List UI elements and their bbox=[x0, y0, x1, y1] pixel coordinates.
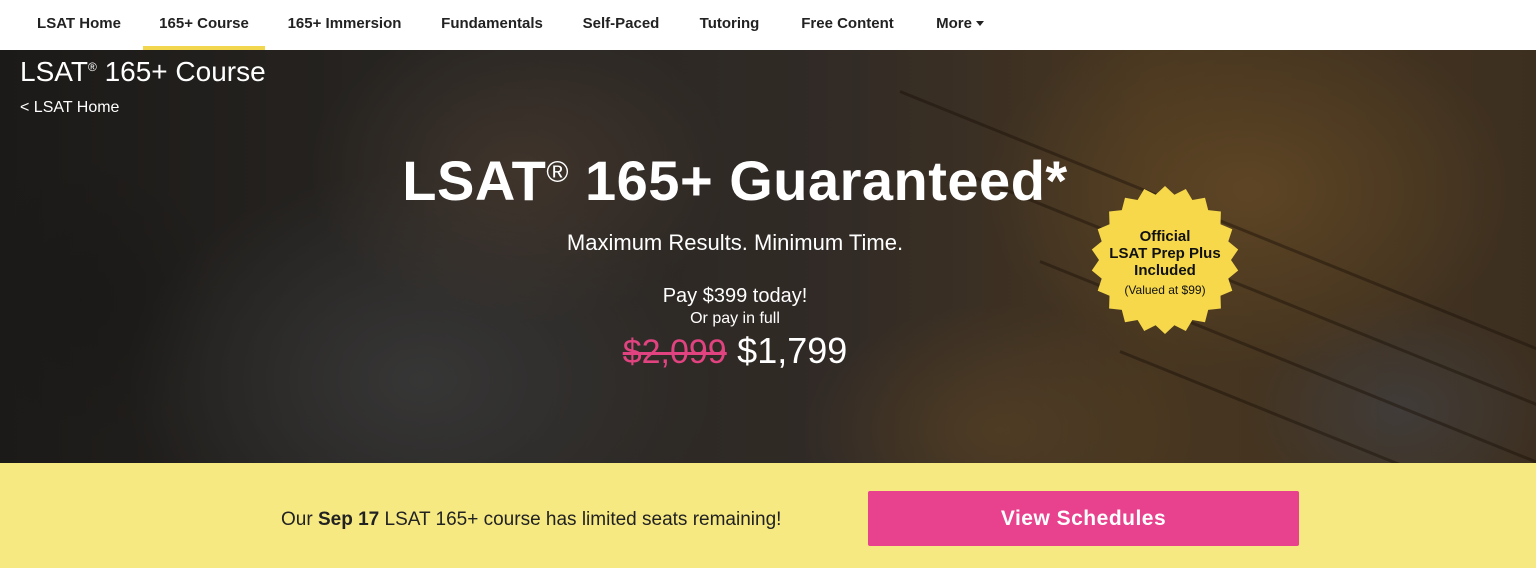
nav-item-label: LSAT Home bbox=[37, 15, 121, 32]
caret-down-icon bbox=[975, 20, 984, 26]
original-price: $2,099 bbox=[622, 333, 727, 371]
nav-item-label: 165+ Immersion bbox=[287, 15, 402, 32]
badge-line: Official bbox=[1139, 228, 1191, 245]
promo-date: Sep 17 bbox=[317, 509, 380, 530]
nav-item-165-immersion[interactable]: 165+ Immersion bbox=[287, 0, 402, 50]
badge-line: Included bbox=[1134, 262, 1196, 279]
page-title-rest: 165+ Course bbox=[96, 56, 266, 87]
headline-text: LSAT bbox=[402, 149, 547, 212]
view-schedules-button[interactable]: View Schedules bbox=[868, 491, 1299, 546]
nav-item-self-paced[interactable]: Self-Paced bbox=[582, 0, 660, 50]
back-to-lsat-home-link[interactable]: < LSAT Home bbox=[20, 99, 119, 117]
hero-tagline: Maximum Results. Minimum Time. bbox=[566, 230, 904, 255]
page-title: LSAT® 165+ Course bbox=[20, 56, 266, 88]
headline-rest: 165+ Guaranteed* bbox=[568, 149, 1068, 212]
registered-mark: ® bbox=[87, 60, 97, 74]
pay-in-full-text: Or pay in full bbox=[690, 310, 780, 327]
badge-note: (Valued at $99) bbox=[1124, 283, 1206, 297]
promo-text-part: Our bbox=[281, 509, 318, 530]
nav-item-165-course[interactable]: 165+ Course bbox=[143, 0, 265, 50]
nav-item-fundamentals[interactable]: Fundamentals bbox=[440, 0, 544, 50]
sale-price: $1,799 bbox=[737, 330, 848, 371]
pay-today-text: Pay $399 today! bbox=[662, 285, 808, 307]
badge-line: LSAT Prep Plus bbox=[1109, 245, 1221, 262]
nav-item-label: More bbox=[936, 15, 972, 32]
promo-message: Our Sep 17 LSAT 165+ course has limited … bbox=[281, 509, 781, 531]
promo-bar: Our Sep 17 LSAT 165+ course has limited … bbox=[0, 463, 1536, 568]
nav-item-label: Self-Paced bbox=[582, 15, 660, 32]
promo-text-part: LSAT 165+ course has limited seats remai… bbox=[379, 509, 782, 530]
nav-item-lsat-home[interactable]: LSAT Home bbox=[37, 0, 121, 50]
registered-mark: ® bbox=[546, 156, 569, 189]
nav-item-label: 165+ Course bbox=[159, 15, 249, 32]
nav-item-label: Tutoring bbox=[699, 15, 760, 32]
nav-item-label: Fundamentals bbox=[441, 15, 543, 32]
nav-item-tutoring[interactable]: Tutoring bbox=[698, 0, 761, 50]
page-title-text: LSAT bbox=[20, 56, 88, 87]
hero-headline: LSAT® 165+ Guaranteed* bbox=[0, 148, 1470, 213]
official-badge: Official LSAT Prep Plus Included (Valued… bbox=[1090, 228, 1240, 297]
nav-item-free-content[interactable]: Free Content bbox=[799, 0, 896, 50]
top-nav: LSAT Home 165+ Course 165+ Immersion Fun… bbox=[0, 0, 1536, 50]
nav-item-more[interactable]: More bbox=[934, 0, 986, 50]
hero-banner: LSAT® 165+ Course < LSAT Home LSAT® 165+… bbox=[0, 50, 1536, 463]
price-row: $2,099 $1,799 bbox=[0, 330, 1470, 372]
nav-item-label: Free Content bbox=[801, 15, 894, 32]
